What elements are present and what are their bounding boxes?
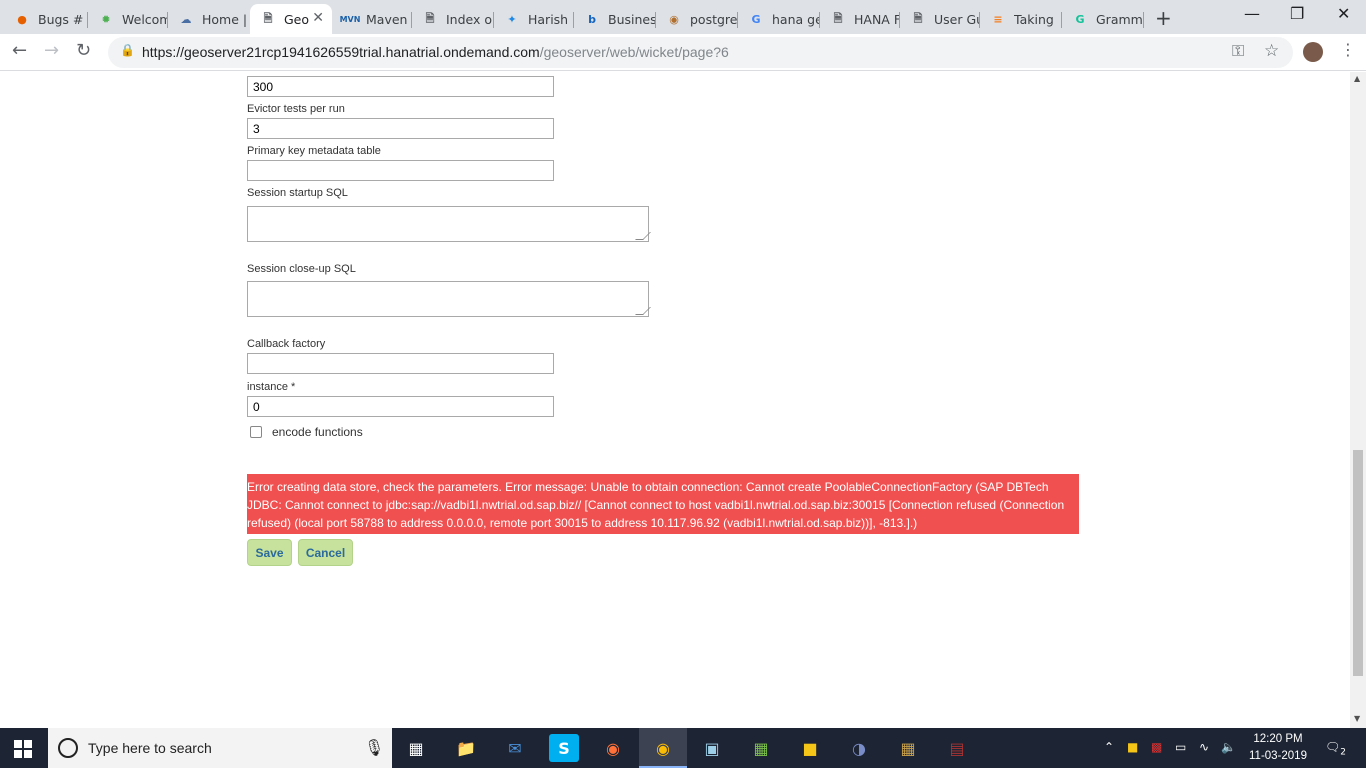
page-icon: 🗎 <box>833 11 843 25</box>
page-icon: 🗎 <box>263 11 273 25</box>
minimize-icon[interactable]: — <box>1244 4 1260 23</box>
taskbar-search-box[interactable]: Type here to search 🎙 <box>48 728 392 768</box>
google-icon: G <box>751 12 761 26</box>
archive-app-icon[interactable]: ▤ <box>942 734 972 762</box>
startup-sql-textarea[interactable] <box>247 206 649 242</box>
evictor-label: Evictor tests per run <box>247 103 345 115</box>
battery-icon[interactable]: ▭ <box>1175 740 1186 754</box>
save-button[interactable]: Save <box>247 539 292 566</box>
lock-icon[interactable]: 🔒 <box>120 43 135 57</box>
tray-app-icon[interactable]: ■ <box>1127 740 1138 754</box>
error-line-2: JDBC: Cannot connect to jdbc:sap://vadbi… <box>247 498 1065 512</box>
pk-metadata-label: Primary key metadata table <box>247 145 381 157</box>
new-tab-plus-icon[interactable]: + <box>1155 6 1172 30</box>
close-window-icon[interactable]: ✕ <box>1337 4 1350 23</box>
task-view-icon[interactable]: ▦ <box>401 734 431 762</box>
tab-taking[interactable]: ≡ Taking <box>980 4 1062 34</box>
tray-security-icon[interactable]: ▩ <box>1151 740 1162 754</box>
cloud-icon: ☁ <box>180 12 192 26</box>
notes-icon[interactable]: ▣ <box>697 734 727 762</box>
gear-green-icon: ✹ <box>101 12 111 26</box>
b-icon: b <box>588 12 596 26</box>
reload-icon[interactable]: ↻ <box>76 40 91 61</box>
startup-sql-label: Session startup SQL <box>247 187 348 199</box>
instance-label: instance * <box>247 381 296 393</box>
eclipse-icon[interactable]: ◑ <box>844 734 874 762</box>
stack-icon: ≡ <box>993 12 1003 26</box>
encode-functions-label: encode functions <box>272 425 363 439</box>
evictor-tests-field[interactable]: 3 <box>247 118 554 139</box>
wifi-icon[interactable]: ∿ <box>1199 740 1209 754</box>
url-text[interactable]: https://geoserver21rcp1941626559trial.ha… <box>142 44 729 60</box>
firefox-icon[interactable]: ◉ <box>598 734 628 762</box>
key-icon[interactable]: ⚿ <box>1232 41 1244 61</box>
tab-business[interactable]: b Busines <box>574 4 656 34</box>
tab-grammarly[interactable]: G Gramm <box>1062 4 1144 34</box>
notification-icon[interactable]: 🗨2 <box>1325 740 1346 757</box>
cortana-circle-icon <box>58 738 78 758</box>
volume-icon[interactable]: 🔈 <box>1221 740 1236 754</box>
outlook-icon[interactable]: ✉ <box>500 734 530 762</box>
tab-hana-f[interactable]: 🗎 HANA F <box>820 4 900 34</box>
tab-home[interactable]: ☁ Home | <box>168 4 250 34</box>
error-line-1: Error creating data store, check the par… <box>247 480 1049 494</box>
closeup-sql-label: Session close-up SQL <box>247 263 356 275</box>
close-tab-icon[interactable]: ✕ <box>312 10 324 26</box>
skype-icon[interactable]: S <box>549 734 579 762</box>
firefox-bug-icon: ● <box>17 12 27 26</box>
restore-icon[interactable]: ❐ <box>1290 4 1304 23</box>
browser-toolbar: ← → ↻ 🔒 https://geoserver21rcp1941626559… <box>0 34 1366 71</box>
forward-arrow-icon[interactable]: → <box>44 40 59 61</box>
bookmark-star-icon[interactable]: ☆ <box>1264 41 1279 61</box>
windows-taskbar: Type here to search 🎙 ▦ 📁 ✉ S ◉ ◉ ▣ ▦ ■ … <box>0 728 1366 768</box>
chrome-icon[interactable]: ◉ <box>648 734 678 762</box>
error-message: Error creating data store, check the par… <box>247 474 1079 534</box>
tab-geoserver[interactable]: 🗎 Geo ✕ <box>250 4 332 34</box>
tab-postgre[interactable]: ◉ postgre <box>656 4 738 34</box>
mvn-icon: MVN <box>339 14 361 24</box>
system-clock[interactable]: 12:20 PM 11-03-2019 <box>1248 731 1308 765</box>
coin-icon: ◉ <box>669 12 679 26</box>
feather-icon: ✦ <box>507 12 517 26</box>
scroll-down-icon[interactable]: ▼ <box>1354 714 1360 723</box>
scrollbar-thumb[interactable] <box>1353 450 1363 676</box>
vertical-scrollbar[interactable]: ▲ ▼ <box>1350 72 1366 728</box>
page-icon: 🗎 <box>425 11 435 25</box>
back-arrow-icon[interactable]: ← <box>12 40 27 61</box>
tab-maven[interactable]: MVN Maven <box>332 4 412 34</box>
tab-strip: ● Bugs # ✹ Welcom ☁ Home | 🗎 Geo ✕ MVN M… <box>0 0 1366 34</box>
windows-start-icon[interactable] <box>14 740 32 758</box>
tab-welcome[interactable]: ✹ Welcom <box>88 4 168 34</box>
menu-dots-icon[interactable]: ⋮ <box>1340 40 1356 59</box>
closeup-sql-textarea[interactable] <box>247 281 649 317</box>
profile-avatar[interactable] <box>1303 42 1323 62</box>
top-number-field[interactable]: 300 <box>247 76 554 97</box>
page-icon: 🗎 <box>913 11 923 25</box>
tab-user-guide[interactable]: 🗎 User Gu <box>900 4 980 34</box>
file-explorer-icon[interactable]: 📁 <box>451 734 481 762</box>
tab-bugs[interactable]: ● Bugs # <box>4 4 88 34</box>
tab-index[interactable]: 🗎 Index o <box>412 4 494 34</box>
game-app-icon[interactable]: ▦ <box>893 734 923 762</box>
cancel-button[interactable]: Cancel <box>298 539 353 566</box>
tab-hana-google[interactable]: G hana ge <box>738 4 820 34</box>
callback-factory-field[interactable] <box>247 353 554 374</box>
callback-factory-label: Callback factory <box>247 338 326 350</box>
pk-metadata-field[interactable] <box>247 160 554 181</box>
encode-functions-checkbox[interactable] <box>250 426 262 438</box>
error-line-3: refused) (local port 58788 to address 0.… <box>247 516 918 530</box>
page-content: 300 Evictor tests per run 3 Primary key … <box>0 72 1350 728</box>
spreadsheet-icon[interactable]: ▦ <box>746 734 776 762</box>
sticky-app-icon[interactable]: ■ <box>795 734 825 762</box>
tray-chevron-icon[interactable]: ⌃ <box>1104 740 1114 754</box>
microphone-icon[interactable]: 🎙 <box>364 738 384 757</box>
tab-harish[interactable]: ✦ Harish <box>494 4 574 34</box>
instance-field[interactable]: 0 <box>247 396 554 417</box>
scroll-up-icon[interactable]: ▲ <box>1354 74 1360 83</box>
grammarly-icon: G <box>1075 12 1085 26</box>
address-bar[interactable]: 🔒 https://geoserver21rcp1941626559trial.… <box>108 37 1293 68</box>
